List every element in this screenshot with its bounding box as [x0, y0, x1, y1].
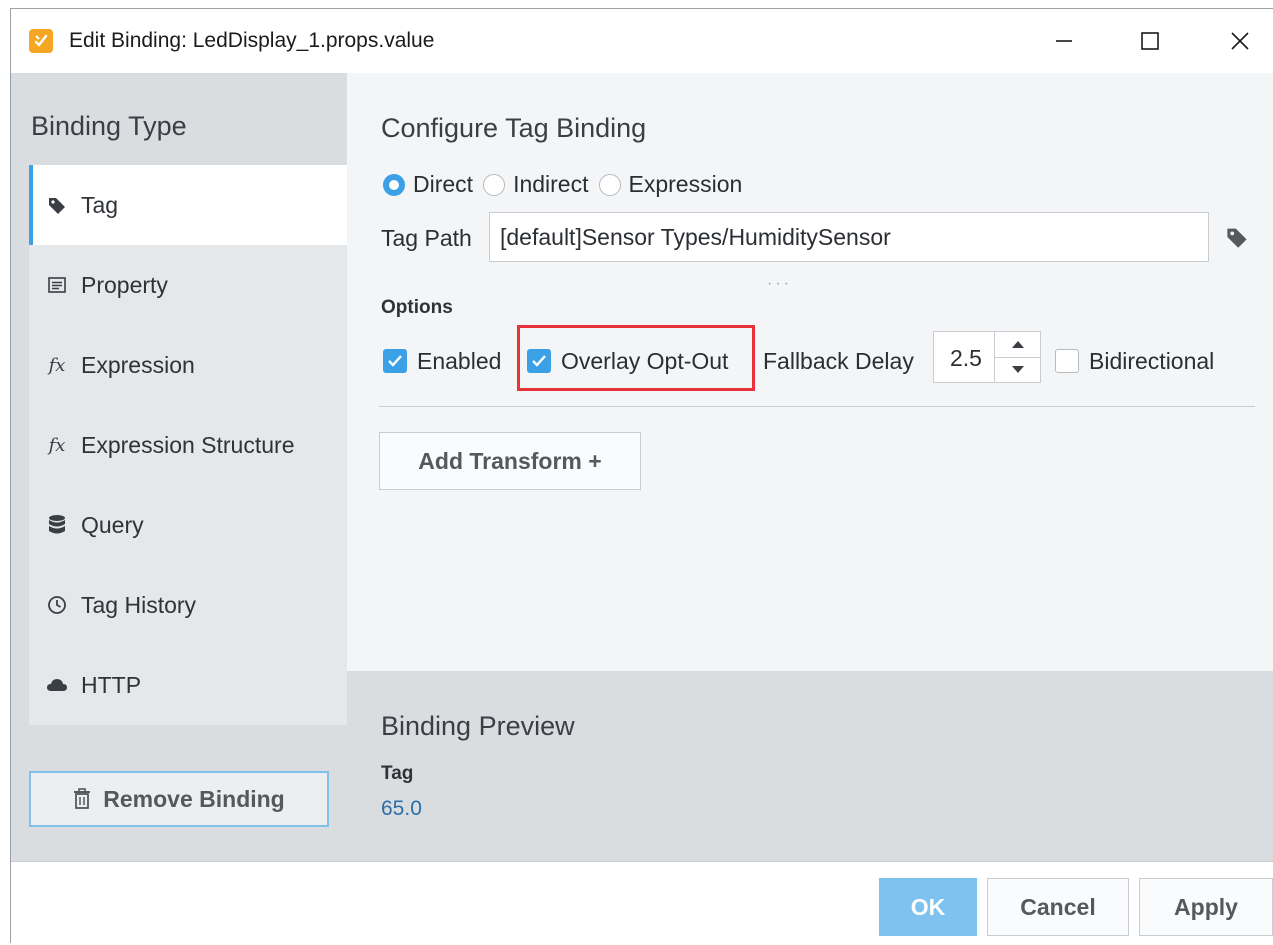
sidebar-item-http[interactable]: HTTP: [29, 645, 347, 725]
sidebar-item-query[interactable]: Query: [29, 485, 347, 565]
resize-handle[interactable]: ···: [767, 275, 792, 293]
bidirectional-checkbox[interactable]: [1055, 349, 1079, 373]
binding-type-sidebar: Binding Type Tag Property fx Expression …: [11, 73, 347, 861]
tag-path-label: Tag Path: [381, 225, 472, 251]
fallback-delay-value[interactable]: 2.5: [950, 345, 982, 372]
sidebar-item-expression[interactable]: fx Expression: [29, 325, 347, 405]
tag-browse-icon[interactable]: [1225, 225, 1249, 254]
expression-radio[interactable]: [598, 173, 621, 196]
remove-binding-label: Remove Binding: [103, 785, 285, 812]
sidebar-item-label: Property: [81, 271, 168, 298]
preview-tag-label: Tag: [381, 763, 414, 784]
sidebar-item-label: Tag: [81, 191, 119, 218]
overlay-opt-out-option[interactable]: Overlay Opt-Out: [527, 341, 728, 381]
checkmark-icon: [388, 355, 402, 367]
database-icon: [45, 513, 69, 537]
decrement-button[interactable]: [995, 357, 1041, 382]
direct-radio[interactable]: [383, 173, 405, 196]
window-title: Edit Binding: LedDisplay_1.props.value: [69, 29, 435, 52]
tag-path-input[interactable]: [default]Sensor Types/HumiditySensor: [489, 212, 1209, 262]
app-icon: [29, 29, 53, 53]
overlay-opt-out-label: Overlay Opt-Out: [561, 347, 729, 374]
apply-button[interactable]: Apply: [1139, 878, 1273, 936]
sidebar-item-label: Expression Structure: [81, 431, 295, 458]
indirect-radio-label[interactable]: Indirect: [513, 171, 588, 198]
sidebar-item-label: Query: [81, 511, 144, 538]
sidebar-item-expression-structure[interactable]: fx Expression Structure: [29, 405, 347, 485]
ok-button[interactable]: OK: [879, 878, 977, 936]
maximize-button[interactable]: [1127, 21, 1173, 61]
sidebar-item-tag-history[interactable]: Tag History: [29, 565, 347, 645]
sidebar-item-label: Tag History: [81, 591, 197, 618]
close-button[interactable]: [1217, 21, 1263, 61]
property-icon: [45, 273, 69, 297]
trash-icon: [73, 788, 91, 810]
close-icon: [1231, 32, 1249, 50]
fallback-delay-label: Fallback Delay: [763, 347, 914, 374]
divider: [379, 406, 1255, 407]
sidebar-item-property[interactable]: Property: [29, 245, 347, 325]
sidebar-title: Binding Type: [31, 111, 187, 141]
checkmark-icon: [532, 355, 546, 367]
cloud-icon: [45, 673, 69, 697]
remove-binding-button[interactable]: Remove Binding: [29, 771, 329, 827]
fallback-delay-stepper[interactable]: 2.5: [933, 331, 1041, 383]
enabled-checkbox[interactable]: [383, 349, 407, 373]
direct-radio-label[interactable]: Direct: [413, 171, 473, 198]
configure-title: Configure Tag Binding: [381, 113, 647, 143]
binding-preview-panel: Binding Preview Tag 65.0: [347, 671, 1273, 861]
bidirectional-option[interactable]: Bidirectional: [1055, 341, 1214, 381]
minimize-icon: [1056, 40, 1072, 42]
minimize-button[interactable]: [1041, 21, 1087, 61]
options-label: Options: [381, 297, 453, 318]
sidebar-item-label: HTTP: [81, 671, 142, 698]
maximize-icon: [1141, 32, 1159, 50]
indirect-radio[interactable]: [483, 173, 506, 196]
add-transform-button[interactable]: Add Transform +: [379, 432, 641, 490]
title-bar: Edit Binding: LedDisplay_1.props.value: [11, 9, 1273, 74]
configure-panel: Configure Tag Binding Direct Indirect Ex…: [347, 73, 1273, 671]
enabled-label: Enabled: [417, 347, 502, 374]
preview-title: Binding Preview: [381, 711, 575, 741]
sidebar-item-label: Expression: [81, 351, 195, 378]
clock-icon: [45, 593, 69, 617]
arrow-down-icon: [1012, 366, 1024, 373]
expression-radio-label[interactable]: Expression: [629, 171, 743, 198]
spinner: [994, 332, 1041, 382]
sidebar-item-tag[interactable]: Tag: [29, 165, 347, 245]
tag-icon: [45, 193, 69, 217]
binding-type-list: Tag Property fx Expression fx Expression…: [29, 165, 347, 725]
binding-mode-radio-group: Direct Indirect Expression: [383, 171, 752, 198]
fx-icon: fx: [48, 354, 66, 376]
preview-value: 65.0: [381, 797, 422, 820]
dialog-footer: OK Cancel Apply: [11, 861, 1273, 945]
edit-binding-dialog: Edit Binding: LedDisplay_1.props.value B…: [10, 8, 1273, 945]
increment-button[interactable]: [995, 332, 1041, 358]
enabled-option[interactable]: Enabled: [383, 341, 501, 381]
overlay-opt-out-checkbox[interactable]: [527, 349, 551, 373]
fx-icon: fx: [48, 434, 66, 456]
cancel-button[interactable]: Cancel: [987, 878, 1129, 936]
bidirectional-label: Bidirectional: [1089, 347, 1215, 374]
arrow-up-icon: [1012, 341, 1024, 348]
